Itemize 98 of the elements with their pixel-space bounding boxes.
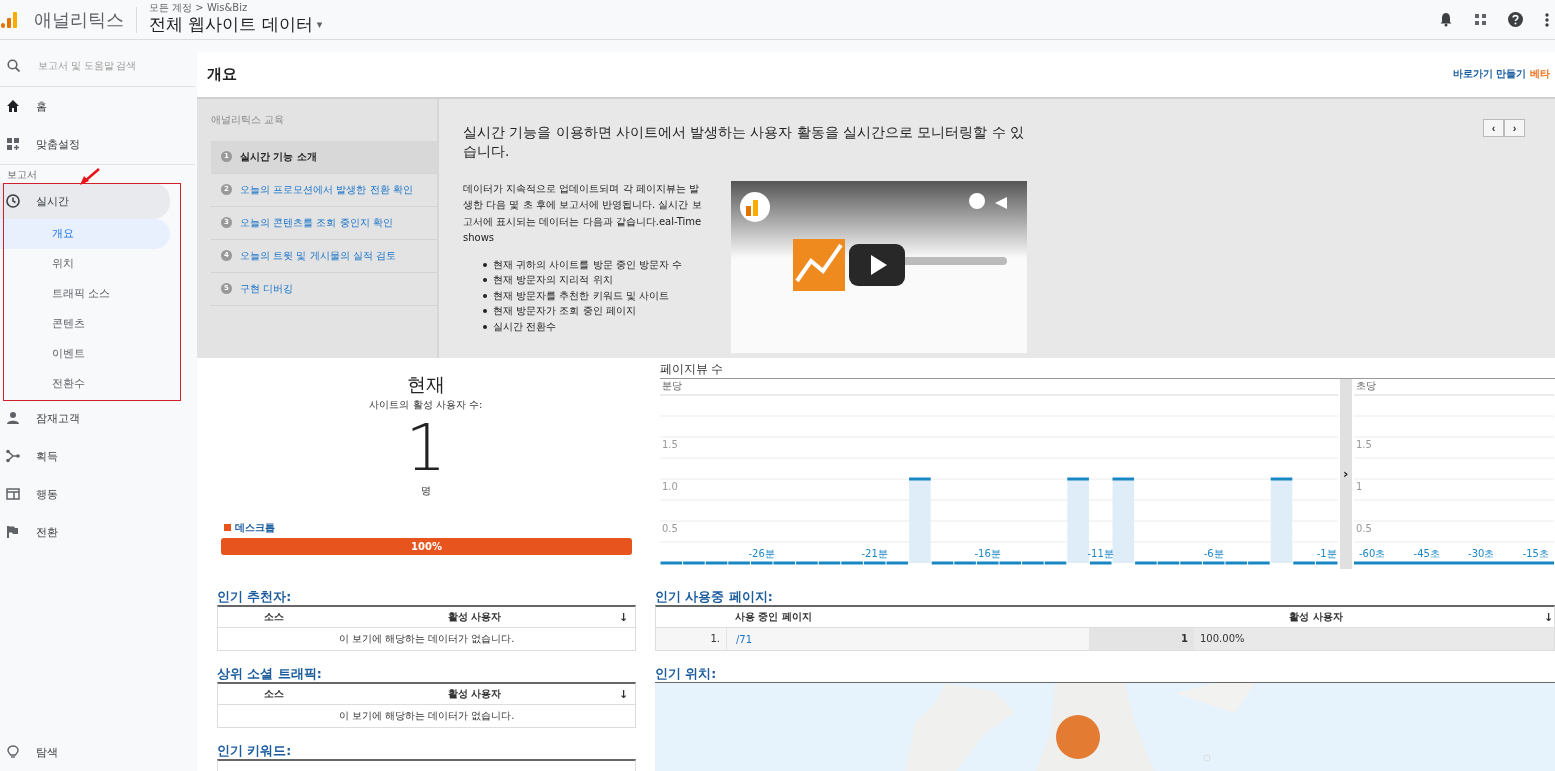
list-item: 현재 방문자의 지리적 위치	[493, 273, 613, 288]
column-header[interactable]: 사용 중인 페이지	[726, 610, 1088, 624]
section-title: 인기 위치:	[655, 666, 718, 682]
breadcrumb[interactable]: 모든 계정 > Wis&Biz	[149, 3, 323, 13]
expand-toggle[interactable]: ›	[1342, 466, 1349, 482]
sort-indicator[interactable]: ↓	[619, 610, 635, 624]
column-header[interactable]: 소스	[218, 610, 330, 624]
tick-label: 0.5	[1355, 522, 1372, 534]
annotation-arrow	[77, 167, 101, 187]
description-text: 데이터가 지속적으로 업데이트되며 각 페이지뷰는 발생한 다음 몇 초 후에 보고서에 반영됩니다. 실시간 보고서에 표시되는 데이터는 다음과 같습니다.eal-Time shows	[463, 181, 703, 246]
subnav-item[interactable]: 위치	[0, 249, 170, 279]
app-name: 애널리틱스	[34, 7, 124, 32]
nav-item[interactable]: 행동	[0, 475, 170, 513]
previous-button[interactable]: ‹	[1483, 118, 1504, 137]
active-users-label: 사이트의 활성 사용자 수:	[369, 397, 483, 412]
beta-label: 베타	[1530, 67, 1550, 82]
subnav-item[interactable]: 트래픽 소스	[0, 279, 170, 309]
search-icon[interactable]	[7, 58, 20, 72]
tick-label: -30초	[1467, 547, 1495, 559]
share-value: 100%	[411, 540, 442, 552]
tick-label: -11분	[1087, 547, 1114, 559]
section-title: 인기 추천자:	[217, 589, 293, 605]
nav-item[interactable]: 획득	[0, 437, 170, 475]
more-menu-icon[interactable]	[1545, 12, 1549, 27]
tick-label: -6분	[1203, 547, 1224, 559]
tick-label: -21분	[861, 547, 888, 559]
analytics-logo-icon[interactable]	[0, 10, 18, 29]
axis-label: 분당	[660, 378, 683, 393]
flag-icon	[6, 525, 20, 539]
home-icon	[6, 99, 20, 113]
window-icon	[6, 487, 20, 501]
empty-message: 이 보기에 해당하는 데이터가 없습니다.	[218, 705, 635, 728]
subnav-item[interactable]: 콘텐츠	[0, 309, 170, 339]
clock-icon	[6, 194, 20, 208]
tick-label: -1분	[1316, 547, 1337, 559]
next-button[interactable]: ›	[1504, 118, 1525, 137]
dashboard-icon	[6, 137, 20, 151]
property-selector[interactable]: 전체 웹사이트 데이터 ▾	[149, 13, 323, 36]
list-item: 현재 귀하의 사이트를 방문 중인 방문자 수	[493, 257, 683, 272]
column-header[interactable]: 소스	[218, 687, 330, 701]
active-user-count: 1	[405, 415, 447, 480]
tick-label: -45초	[1413, 547, 1440, 559]
tick-label: 1.0	[661, 480, 678, 492]
tick-label: -16분	[974, 547, 1001, 559]
chart-title: 페이지뷰 수	[659, 357, 1555, 379]
help-icon[interactable]	[1508, 12, 1523, 27]
subnav-item[interactable]: 이벤트	[0, 339, 170, 369]
search-field[interactable]: 보고서 및 도움말 검색	[36, 58, 180, 72]
nav-item[interactable]: 홈	[0, 87, 170, 125]
notification-bell-icon[interactable]	[1439, 12, 1453, 27]
empty-message: 이 보기에 해당하는 데이터가 없습니다.	[218, 628, 635, 651]
lightbulb-icon	[6, 745, 20, 759]
nav-item[interactable]: 실시간	[0, 183, 170, 219]
sort-indicator[interactable]: ↓	[619, 687, 635, 701]
tick-label: -15초	[1522, 547, 1549, 559]
tick-label: -26분	[748, 547, 775, 559]
subnav-item[interactable]: 전환수	[0, 369, 170, 399]
section-title: 상위 소셜 트래픽:	[217, 666, 323, 682]
current-heading: 현재	[406, 371, 445, 397]
tick-label: 1.5	[661, 438, 678, 450]
shortcut-link[interactable]: 바로가기 만들기	[1452, 67, 1526, 82]
bullet-dot	[483, 324, 487, 329]
table-cell: 1	[1089, 628, 1194, 650]
unit-label: 명	[420, 483, 431, 498]
nav-item[interactable]: 탐색	[0, 733, 170, 771]
section-title: 인기 키워드:	[217, 743, 293, 759]
person-icon	[6, 411, 20, 425]
sort-indicator[interactable]: ↓	[1544, 610, 1554, 624]
table-cell: 1.	[656, 628, 727, 650]
panel-label: 애널리틱스 교육	[211, 112, 286, 127]
tick-label: 0.5	[661, 522, 678, 534]
column-header[interactable]: 활성 사용자	[330, 687, 619, 701]
axis-label: 초당	[1354, 378, 1377, 393]
list-item: 현재 방문자를 추천한 키워드 및 사이트	[493, 288, 669, 303]
bullet-dot	[483, 293, 487, 298]
nav-item[interactable]: 전환	[0, 513, 170, 551]
tick-label: 1.5	[1355, 438, 1372, 450]
section-label: 보고서	[6, 168, 37, 182]
tick-label: -60초	[1358, 547, 1385, 559]
table-cell: 100.00%	[1194, 628, 1554, 650]
bullet-dot	[483, 262, 487, 267]
subnav-item[interactable]: 개요	[0, 219, 170, 249]
bullet-dot	[483, 309, 487, 314]
nav-item[interactable]: 잠재고객	[0, 399, 170, 437]
column-header[interactable]: 활성 사용자	[1088, 610, 1544, 624]
list-item: 현재 방문자가 조회 중인 페이지	[493, 304, 636, 319]
section-title: 인기 사용중 페이지:	[655, 589, 774, 605]
bullet-dot	[483, 278, 487, 283]
intro-text: 실시간 기능을 이용하면 사이트에서 발생하는 사용자 활동을 실시간으로 모니터링할 수 있습니다.	[463, 122, 1025, 161]
legend-label: 데스크톱	[235, 520, 275, 535]
apps-grid-icon[interactable]	[1475, 14, 1486, 25]
page-link[interactable]: /71	[736, 633, 753, 645]
branch-icon	[6, 449, 20, 463]
list-item: 실시간 전환수	[493, 319, 557, 334]
nav-item[interactable]: 맞춤설정	[0, 125, 170, 163]
page-title: 개요	[207, 64, 237, 84]
column-header[interactable]: 활성 사용자	[330, 610, 619, 624]
tick-label: 1	[1355, 480, 1362, 492]
